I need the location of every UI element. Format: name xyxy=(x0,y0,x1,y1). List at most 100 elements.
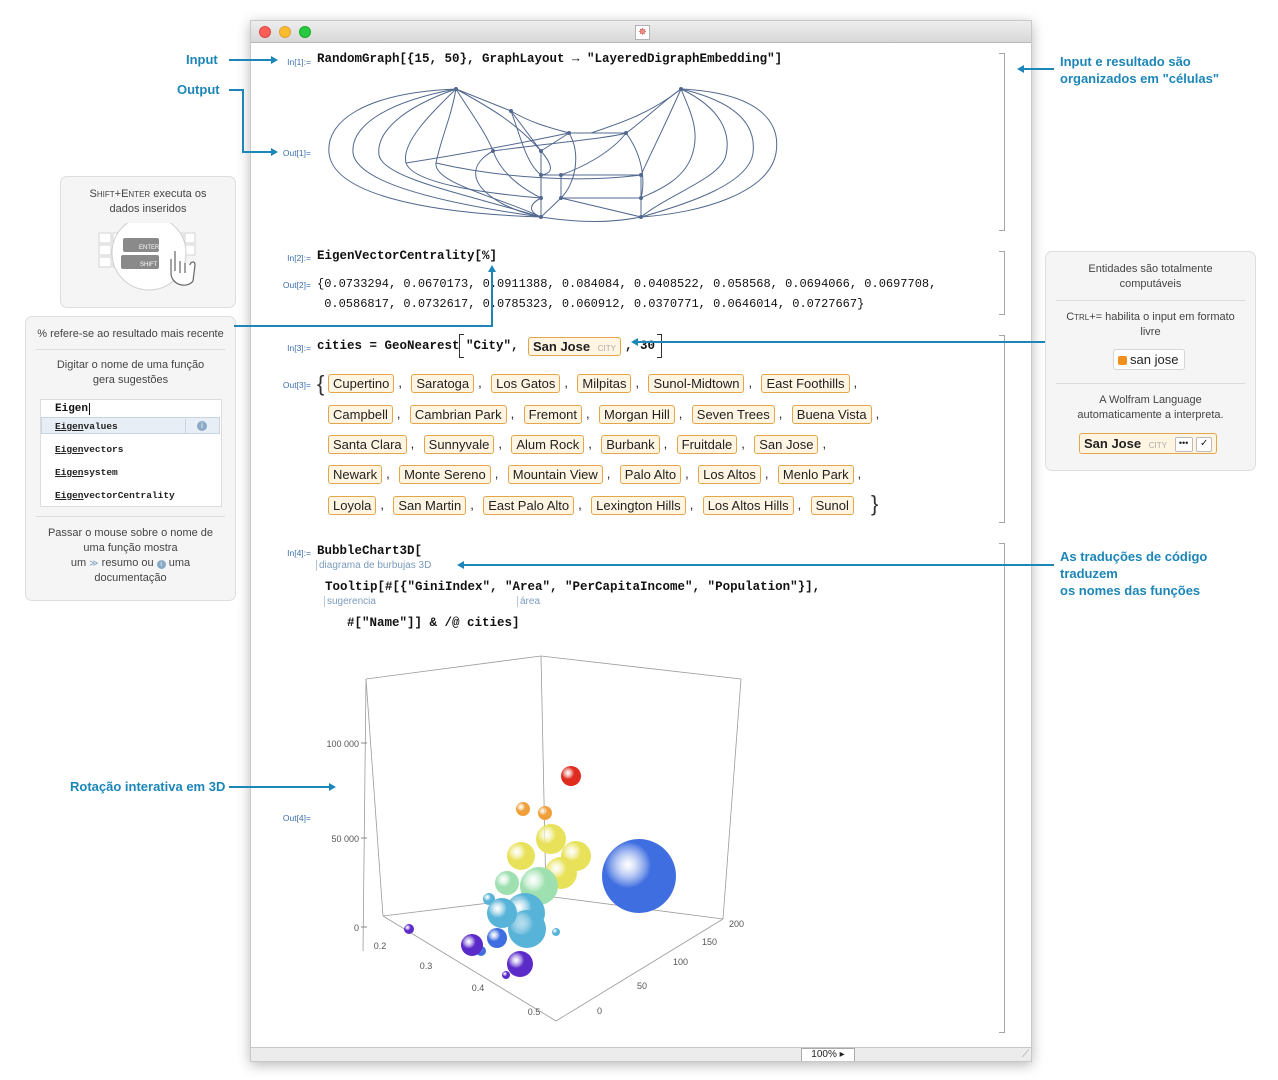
left-info-panel: % refere-se ao resultado mais recente Di… xyxy=(25,316,236,601)
autocomplete-suggestion[interactable]: Eigenvalues xyxy=(55,419,118,434)
annotation-rotation: Rotação interativa em 3D xyxy=(70,779,226,794)
list-comma: , xyxy=(586,406,590,421)
city-entity[interactable]: Los Altos xyxy=(698,465,761,484)
in4-line2[interactable]: Tooltip[#[{"GiniIndex", "Area", "PerCapi… xyxy=(325,580,820,594)
city-entity[interactable]: Sunnyvale xyxy=(423,435,495,454)
list-comma: , xyxy=(398,375,402,390)
zoom-control[interactable]: 100% ▸ xyxy=(801,1048,855,1061)
minimize-window-button[interactable] xyxy=(279,26,291,38)
shift-enter-key: Shift+Enter xyxy=(89,188,151,200)
in4-line3[interactable]: #["Name"]] & /@ cities] xyxy=(347,616,520,630)
cell4-bracket[interactable] xyxy=(999,543,1005,1033)
city-entity[interactable]: Palo Alto xyxy=(619,465,682,484)
in4-hint-bubblechart: diagrama de burbujas 3D xyxy=(316,560,431,571)
suggestion-rest: system xyxy=(83,467,118,478)
shift-key-label: SHIFT xyxy=(140,262,158,268)
city-entity[interactable]: Buena Vista xyxy=(791,405,872,424)
in3-entity-sanjose[interactable]: San Jose CITY xyxy=(528,337,621,356)
list-comma: , xyxy=(822,436,827,451)
interpreted-entity[interactable]: San Jose CITY ••• ✓ xyxy=(1079,433,1218,454)
city-entity[interactable]: Loyola xyxy=(328,496,377,515)
annotation-entity-line xyxy=(638,341,1045,343)
city-entity[interactable]: Sunol xyxy=(810,496,854,515)
cell2-bracket[interactable] xyxy=(999,251,1005,315)
city-entity[interactable]: Seven Trees xyxy=(691,405,775,424)
list-comma: , xyxy=(564,375,569,390)
annotation-output-arrow xyxy=(271,148,278,156)
annotation-cells: Input e resultado são organizados em "cé… xyxy=(1060,53,1219,87)
shift-enter-line2: dados inseridos xyxy=(109,203,187,215)
resize-grip[interactable]: ⟋ xyxy=(1022,1049,1029,1060)
city-entity[interactable]: Cupertino xyxy=(328,374,395,393)
city-entity[interactable]: Alum Rock xyxy=(511,435,585,454)
cell3-bracket[interactable] xyxy=(999,335,1005,523)
autocomplete-suggestion[interactable]: Eigensystem xyxy=(55,465,118,480)
autocomplete-suggestion[interactable]: EigenvectorCentrality xyxy=(55,488,175,503)
in1-code[interactable]: RandomGraph[{15, 50}, GraphLayout → "Lay… xyxy=(317,52,782,66)
annotation-cells-line2: organizados em "células" xyxy=(1060,71,1219,86)
more-options-icon[interactable]: ••• xyxy=(1174,437,1193,453)
data-bubble xyxy=(602,839,676,913)
hover-line3: um ≫ resumo ou i uma xyxy=(26,556,235,571)
info-icon[interactable]: i xyxy=(197,421,207,431)
city-entity[interactable]: Lexington Hills xyxy=(591,496,686,515)
city-entity[interactable]: East Palo Alto xyxy=(483,496,575,515)
city-entity[interactable]: Fruitdale xyxy=(676,435,738,454)
city-entity[interactable]: Saratoga xyxy=(411,374,475,393)
city-entity[interactable]: Fremont xyxy=(523,405,583,424)
out2-line1: {0.0733294, 0.0670173, 0.0911388, 0.0840… xyxy=(317,277,937,291)
y-tick-label: 200 xyxy=(729,919,744,929)
list-comma: , xyxy=(748,375,753,390)
city-entity[interactable]: Morgan Hill xyxy=(599,405,675,424)
annotation-percent-line-a xyxy=(234,325,492,327)
city-entity[interactable]: Burbank xyxy=(601,435,660,454)
list-comma: , xyxy=(778,406,783,421)
accept-check-icon[interactable]: ✓ xyxy=(1196,437,1213,453)
city-entity[interactable]: Campbell xyxy=(328,405,393,424)
data-bubble xyxy=(495,871,519,895)
ctrl-key: Ctrl+= xyxy=(1066,311,1103,323)
in3-code-b[interactable]: "City", xyxy=(466,339,519,353)
annotation-translations-arrow xyxy=(457,561,464,569)
autocomplete-typed[interactable]: Eigen xyxy=(55,402,91,417)
annotation-percent-line-b xyxy=(491,272,493,327)
city-entity[interactable]: Monte Sereno xyxy=(399,465,491,484)
x-tick-label: 0.4 xyxy=(472,983,485,993)
suggestion-match: Eigen xyxy=(55,421,84,432)
city-entity[interactable]: San Martin xyxy=(393,496,467,515)
bubble-chart-3d[interactable]: 100 000 50 000 0 0.2 0.3 0.4 0.5 0 50 100 150 200 xyxy=(311,651,751,1031)
list-comma: , xyxy=(685,466,689,481)
city-entity[interactable]: Sunol-Midtown xyxy=(648,374,745,393)
out2-label: Out[2]= xyxy=(282,280,311,290)
left-panel-separator-2 xyxy=(36,516,225,517)
annotation-translations: As traduções de código traduzem os nomes… xyxy=(1060,548,1207,599)
city-entity[interactable]: Menlo Park xyxy=(777,465,854,484)
city-entity[interactable]: Cambrian Park xyxy=(409,405,507,424)
layered-graph-output[interactable] xyxy=(321,83,781,223)
city-entity[interactable]: Santa Clara xyxy=(328,435,407,454)
cell1-bracket[interactable] xyxy=(999,53,1005,231)
city-entity[interactable]: Milpitas xyxy=(577,374,632,393)
in2-code[interactable]: EigenVectorCentrality[%] xyxy=(317,249,497,263)
window-titlebar: ✵ xyxy=(251,21,1031,43)
city-entity[interactable]: East Foothills xyxy=(761,374,850,393)
city-entity[interactable]: Los Altos Hills xyxy=(702,496,794,515)
maximize-window-button[interactable] xyxy=(299,26,311,38)
city-entity[interactable]: San Jose xyxy=(754,435,819,454)
ctrl-rest: habilita o input em formato xyxy=(1102,311,1235,323)
city-entity[interactable]: Newark xyxy=(328,465,383,484)
annotation-cells-line1: Input e resultado são xyxy=(1060,54,1191,69)
in4-line1[interactable]: BubbleChart3D[ xyxy=(317,544,422,558)
close-window-button[interactable] xyxy=(259,26,271,38)
city-entity[interactable]: Los Gatos xyxy=(491,374,561,393)
autocomplete-typed-text: Eigen xyxy=(55,403,89,415)
data-bubble xyxy=(487,898,517,928)
autocomplete-suggestion[interactable]: Eigenvectors xyxy=(55,442,123,457)
freeform-input[interactable]: san jose xyxy=(1113,349,1186,370)
z-tick-label: 50 000 xyxy=(331,834,359,844)
city-entity[interactable]: Mountain View xyxy=(507,465,603,484)
y-tick-label: 50 xyxy=(637,981,647,991)
in3-code-a[interactable]: cities = GeoNearest xyxy=(317,339,460,353)
autocomplete-divider xyxy=(185,419,186,433)
hover-line3c: uma xyxy=(168,557,191,569)
